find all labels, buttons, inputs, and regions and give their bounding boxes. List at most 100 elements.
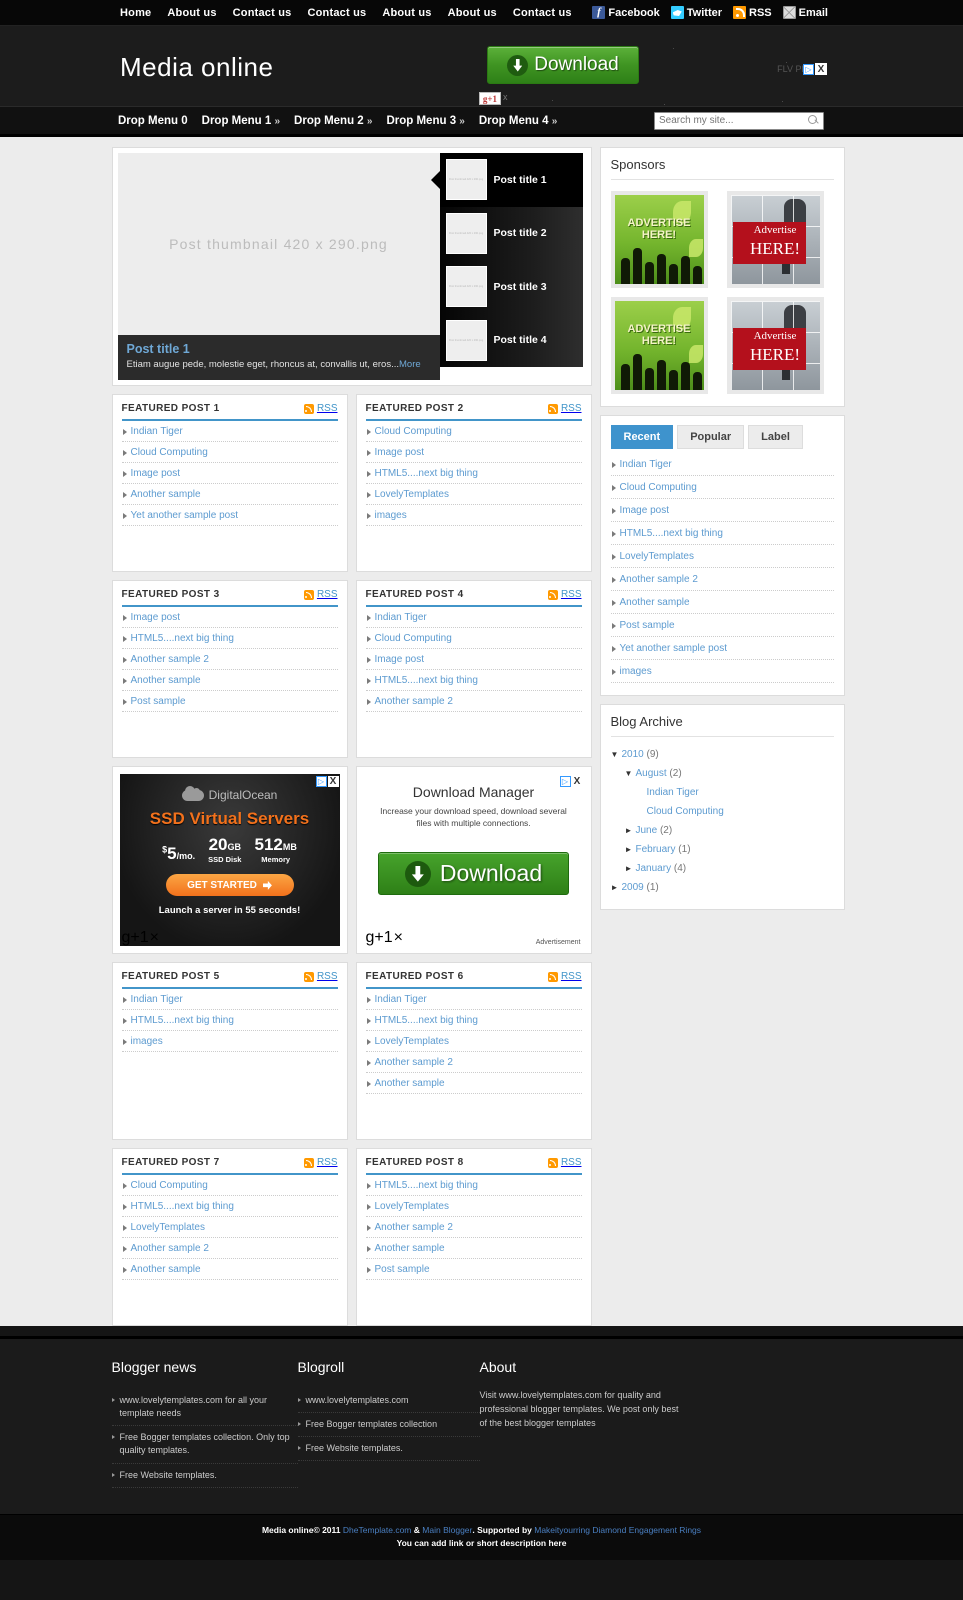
top-nav-item[interactable]: About us (448, 7, 497, 19)
expand-toggle-icon[interactable]: ► (611, 883, 622, 892)
expand-toggle-icon[interactable]: ► (625, 845, 636, 854)
post-link[interactable]: HTML5....next big thing (122, 628, 338, 648)
post-link[interactable]: Cloud Computing (611, 476, 834, 498)
header-adchoices[interactable]: ▷ X (803, 63, 827, 75)
slider-thumb-item[interactable]: Post thumbnail 420 x 290.png Post title … (430, 153, 583, 207)
post-link[interactable]: Image post (611, 499, 834, 521)
header-download-button[interactable]: Download (487, 46, 639, 84)
download-button[interactable]: Download (378, 852, 569, 896)
post-link[interactable]: Indian Tiger (611, 453, 834, 475)
social-link-facebook[interactable]: f Facebook (592, 6, 660, 19)
rss-link[interactable]: RSS (547, 1157, 582, 1168)
ad-digitalocean[interactable]: ▷ X DigitalOcean SSD Virtual Servers $5/… (111, 766, 348, 955)
expand-toggle-icon[interactable]: ► (625, 864, 636, 873)
post-link[interactable]: LovelyTemplates (122, 1217, 338, 1237)
close-icon[interactable]: × (394, 929, 403, 947)
post-link[interactable]: Post sample (122, 691, 338, 711)
post-link[interactable]: Another sample 2 (366, 1217, 582, 1237)
gplus-one-widget[interactable]: g+1 × (122, 929, 159, 947)
footer-link[interactable]: Free Website templates. (111, 1464, 298, 1487)
ad-controls[interactable]: ▷ X (559, 776, 583, 788)
post-link[interactable]: HTML5....next big thing (366, 1010, 582, 1030)
rss-link[interactable]: RSS (547, 589, 582, 600)
post-link[interactable]: HTML5....next big thing (122, 1196, 338, 1216)
close-icon[interactable]: × (150, 929, 159, 947)
menu-item-2[interactable]: Drop Menu 2 » (294, 115, 372, 127)
post-link[interactable]: Yet another sample post (122, 505, 338, 525)
post-link[interactable]: Another sample 2 (122, 649, 338, 669)
post-link[interactable]: Image post (366, 442, 582, 462)
rss-link[interactable]: RSS (547, 403, 582, 414)
adchoices-icon[interactable]: ▷ (559, 776, 571, 788)
post-link[interactable]: Another sample 2 (611, 568, 834, 590)
sponsor-ad-red[interactable]: Advertise HERE! (726, 297, 824, 394)
top-nav-item[interactable]: Contact us (513, 7, 572, 19)
sponsor-ad-green[interactable]: ADVERTISE HERE! (610, 297, 708, 394)
rss-link[interactable]: RSS (303, 589, 338, 600)
post-link[interactable]: Cloud Computing (122, 1175, 338, 1195)
post-link[interactable]: Cloud Computing (366, 421, 582, 441)
footer-link[interactable]: Free Bogger templates collection (297, 1413, 480, 1436)
social-link-twitter[interactable]: Twitter (670, 6, 722, 19)
social-link-email[interactable]: Email (782, 6, 828, 19)
post-link[interactable]: Indian Tiger (366, 607, 582, 627)
post-link[interactable]: LovelyTemplates (366, 1031, 582, 1051)
header-banner-ad[interactable]: Download (487, 46, 639, 84)
ad-controls[interactable]: ▷ X (315, 776, 339, 788)
sponsor-ad-red[interactable]: Advertise HERE! (726, 191, 824, 288)
post-link[interactable]: HTML5....next big thing (366, 670, 582, 690)
archive-link[interactable]: August (636, 768, 667, 779)
close-icon[interactable]: X (327, 776, 339, 788)
gplus-icon[interactable]: g+1 (366, 929, 393, 947)
post-link[interactable]: Another sample (122, 484, 338, 504)
adchoices-icon[interactable]: ▷ (315, 776, 327, 788)
rss-link[interactable]: RSS (303, 1157, 338, 1168)
archive-link[interactable]: February (636, 844, 676, 855)
footer-link[interactable]: Free Bogger templates collection. Only t… (111, 1426, 298, 1462)
expand-toggle-icon[interactable]: ▼ (611, 750, 622, 759)
archive-link[interactable]: June (636, 825, 658, 836)
adchoices-icon[interactable]: ▷ (803, 63, 814, 75)
post-link[interactable]: Image post (366, 649, 582, 669)
close-icon[interactable]: X (815, 63, 827, 75)
archive-link[interactable]: 2010 (622, 749, 644, 760)
post-link[interactable]: LovelyTemplates (366, 484, 582, 504)
post-link[interactable]: Indian Tiger (122, 421, 338, 441)
post-link[interactable]: HTML5....next big thing (122, 1010, 338, 1030)
site-logo[interactable]: Media online (120, 52, 273, 83)
post-link[interactable]: Another sample (122, 670, 338, 690)
copyright-link-mainblogger[interactable]: Main Blogger (422, 1525, 472, 1535)
post-link[interactable]: Another sample (366, 1073, 582, 1093)
footer-link[interactable]: www.lovelytemplates.com (297, 1389, 480, 1412)
post-link[interactable]: Indian Tiger (122, 989, 338, 1009)
archive-link[interactable]: 2009 (622, 882, 644, 893)
search-input[interactable] (659, 115, 808, 126)
menu-item-3[interactable]: Drop Menu 3 » (386, 115, 464, 127)
rss-link[interactable]: RSS (303, 971, 338, 982)
slider-thumb-item[interactable]: Post thumbnail 420 x 290.png Post title … (439, 313, 583, 367)
post-link[interactable]: HTML5....next big thing (366, 463, 582, 483)
post-link[interactable]: Image post (122, 463, 338, 483)
slider-caption-title[interactable]: Post title 1 (127, 342, 431, 356)
top-nav-item[interactable]: About us (167, 7, 216, 19)
get-started-button[interactable]: GET STARTED (165, 874, 294, 897)
copyright-link-dhetemplate[interactable]: DheTemplate.com (343, 1525, 412, 1535)
sponsor-ad-green[interactable]: ADVERTISE HERE! (610, 191, 708, 288)
top-nav-item[interactable]: Contact us (233, 7, 292, 19)
post-link[interactable]: LovelyTemplates (611, 545, 834, 567)
tab-label[interactable]: Label (748, 425, 803, 449)
post-link[interactable]: Another sample 2 (366, 691, 582, 711)
menu-item-1[interactable]: Drop Menu 1 » (202, 115, 280, 127)
footer-link[interactable]: www.lovelytemplates.com for all your tem… (111, 1389, 298, 1425)
post-link[interactable]: Yet another sample post (611, 637, 834, 659)
post-link[interactable]: HTML5....next big thing (611, 522, 834, 544)
expand-toggle-icon[interactable]: ▼ (625, 769, 636, 778)
close-icon[interactable]: X (571, 776, 583, 788)
post-link[interactable]: Image post (122, 607, 338, 627)
ad-download-manager[interactable]: ▷ X Download Manager Increase your downl… (355, 766, 592, 955)
gplus-close-icon[interactable]: x (503, 92, 508, 102)
gplus-icon[interactable]: g+1 (122, 929, 149, 947)
post-link[interactable]: Another sample 2 (366, 1052, 582, 1072)
menu-item-0[interactable]: Drop Menu 0 (118, 115, 188, 127)
archive-post-link[interactable]: Indian Tiger (647, 787, 699, 798)
